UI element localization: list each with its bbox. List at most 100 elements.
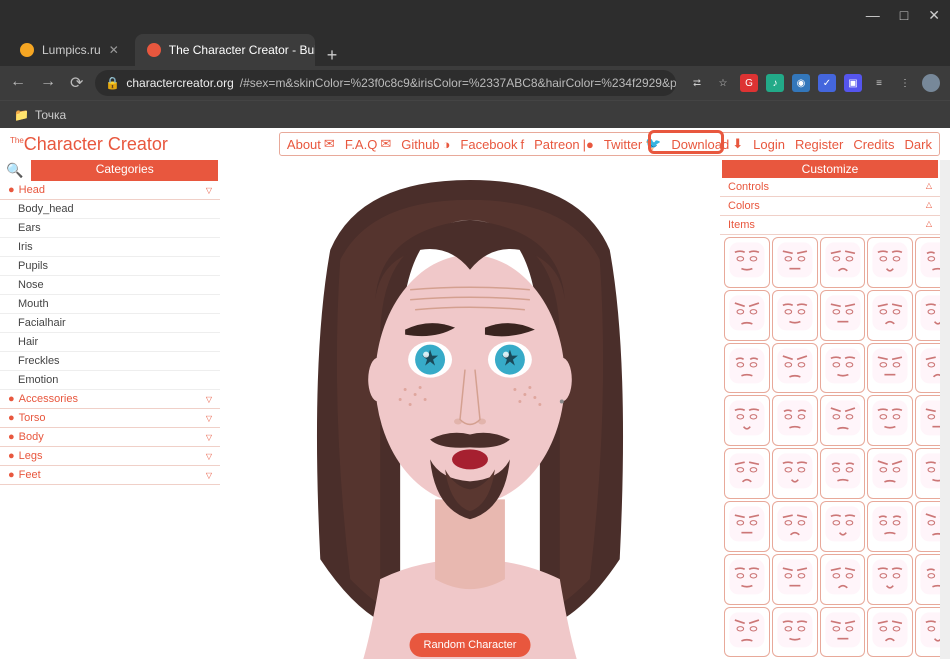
emotion-thumb[interactable] [820, 501, 866, 552]
emotion-thumb[interactable] [915, 554, 940, 605]
emotion-thumb[interactable] [915, 501, 940, 552]
category-item[interactable]: Facialhair [0, 314, 220, 333]
nav-dark[interactable]: Dark [902, 136, 935, 153]
emotion-thumb[interactable] [820, 554, 866, 605]
forward-button[interactable]: → [40, 73, 56, 93]
random-character-button[interactable]: Random Character [410, 633, 531, 657]
nav-login[interactable]: Login [750, 136, 788, 153]
emotion-thumb[interactable] [915, 237, 940, 288]
site-logo[interactable]: TheCharacter Creator [10, 134, 168, 155]
ext-icon[interactable]: ✓ [818, 74, 836, 92]
emotion-thumb[interactable] [867, 501, 913, 552]
emotion-thumb[interactable] [867, 343, 913, 394]
emotion-thumb[interactable] [772, 554, 818, 605]
emotion-thumb[interactable] [724, 237, 770, 288]
url-input[interactable]: 🔒 charactercreator.org /#sex=m&skinColor… [95, 70, 676, 96]
emotion-thumb[interactable] [867, 554, 913, 605]
emotion-thumb[interactable] [915, 607, 940, 658]
nav-faq[interactable]: F.A.Q ✉ [342, 135, 394, 153]
ext-icon[interactable]: ♪ [766, 74, 784, 92]
url-path: /#sex=m&skinColor=%23f0c8c9&irisColor=%2… [240, 76, 676, 90]
translate-icon[interactable]: ⮂ [688, 74, 706, 92]
emotion-thumb[interactable] [772, 448, 818, 499]
emotion-thumb[interactable] [867, 395, 913, 446]
mail-icon: ✉ [324, 136, 335, 152]
nav-register[interactable]: Register [792, 136, 846, 153]
emotion-thumb[interactable] [820, 237, 866, 288]
emotion-thumb[interactable] [724, 448, 770, 499]
nav-facebook[interactable]: Facebook f [457, 136, 527, 153]
nav-twitter[interactable]: Twitter 🐦 [601, 135, 664, 153]
download-icon: ⬇ [732, 136, 743, 152]
emotion-thumb[interactable] [867, 290, 913, 341]
emotion-thumb[interactable] [867, 237, 913, 288]
panel-controls[interactable]: Controls△ [720, 178, 940, 197]
emotion-thumb[interactable] [915, 290, 940, 341]
category-body[interactable]: ●Body▽ [0, 428, 220, 447]
emotion-thumb[interactable] [772, 343, 818, 394]
emotion-thumb[interactable] [820, 448, 866, 499]
category-item[interactable]: Ears [0, 219, 220, 238]
menu-icon[interactable]: ≡ [870, 74, 888, 92]
category-item[interactable]: Iris [0, 238, 220, 257]
emotion-thumb[interactable] [724, 501, 770, 552]
category-accessories[interactable]: ●Accessories▽ [0, 390, 220, 409]
category-feet[interactable]: ●Feet▽ [0, 466, 220, 485]
nav-patreon[interactable]: Patreon |● [531, 136, 597, 153]
ext-icon[interactable]: ▣ [844, 74, 862, 92]
emotion-thumb[interactable] [915, 448, 940, 499]
emotion-thumb[interactable] [820, 395, 866, 446]
emotion-thumb[interactable] [820, 607, 866, 658]
emotion-thumb[interactable] [772, 501, 818, 552]
ext-icon[interactable]: G [740, 74, 758, 92]
category-item[interactable]: Emotion [0, 371, 220, 390]
star-icon[interactable]: ☆ [714, 74, 732, 92]
search-icon[interactable]: 🔍 [0, 160, 29, 181]
ext-icon[interactable]: ◉ [792, 74, 810, 92]
emotion-thumb[interactable] [724, 554, 770, 605]
back-button[interactable]: ← [10, 73, 26, 93]
category-item[interactable]: Freckles [0, 352, 220, 371]
category-item[interactable]: Mouth [0, 295, 220, 314]
more-icon[interactable]: ⋮ [896, 74, 914, 92]
category-item[interactable]: Body_head [0, 200, 220, 219]
profile-avatar[interactable] [922, 74, 940, 92]
maximize-icon[interactable]: □ [900, 7, 908, 23]
emotion-thumb[interactable] [772, 237, 818, 288]
scrollbar[interactable] [940, 160, 950, 659]
new-tab-button[interactable]: + [319, 45, 346, 66]
emotion-thumb[interactable] [724, 607, 770, 658]
category-head[interactable]: ●Head▽ [0, 181, 220, 200]
emotion-thumb[interactable] [772, 395, 818, 446]
emotion-thumb[interactable] [724, 343, 770, 394]
emotion-thumb[interactable] [915, 343, 940, 394]
browser-tab-0[interactable]: Lumpics.ru ✕ [8, 34, 131, 66]
close-tab-icon[interactable]: ✕ [109, 43, 119, 57]
emotion-thumb[interactable] [772, 607, 818, 658]
category-torso[interactable]: ●Torso▽ [0, 409, 220, 428]
emotion-thumb[interactable] [724, 290, 770, 341]
emotion-thumb[interactable] [820, 290, 866, 341]
nav-github[interactable]: Github ◑ [398, 136, 453, 153]
character-canvas[interactable]: Random Character [220, 160, 720, 659]
category-legs[interactable]: ●Legs▽ [0, 447, 220, 466]
emotion-thumb[interactable] [772, 290, 818, 341]
close-icon[interactable]: ✕ [928, 7, 940, 24]
emotion-thumb[interactable] [867, 607, 913, 658]
bookmark-item[interactable]: Точка [35, 108, 66, 122]
emotion-thumb[interactable] [867, 448, 913, 499]
panel-items[interactable]: Items△ [720, 216, 940, 235]
panel-colors[interactable]: Colors△ [720, 197, 940, 216]
category-item[interactable]: Nose [0, 276, 220, 295]
nav-about[interactable]: About ✉ [284, 135, 338, 153]
browser-tab-1[interactable]: The Character Creator - Build vis… ✕ [135, 34, 315, 66]
emotion-thumb[interactable] [915, 395, 940, 446]
emotion-thumb[interactable] [820, 343, 866, 394]
nav-credits[interactable]: Credits [850, 136, 897, 153]
minimize-icon[interactable]: ― [866, 7, 880, 23]
emotion-thumb[interactable] [724, 395, 770, 446]
category-item[interactable]: Pupils [0, 257, 220, 276]
reload-button[interactable]: ⟳ [70, 73, 83, 93]
nav-download[interactable]: Download ⬇ [668, 135, 746, 153]
category-item[interactable]: Hair [0, 333, 220, 352]
